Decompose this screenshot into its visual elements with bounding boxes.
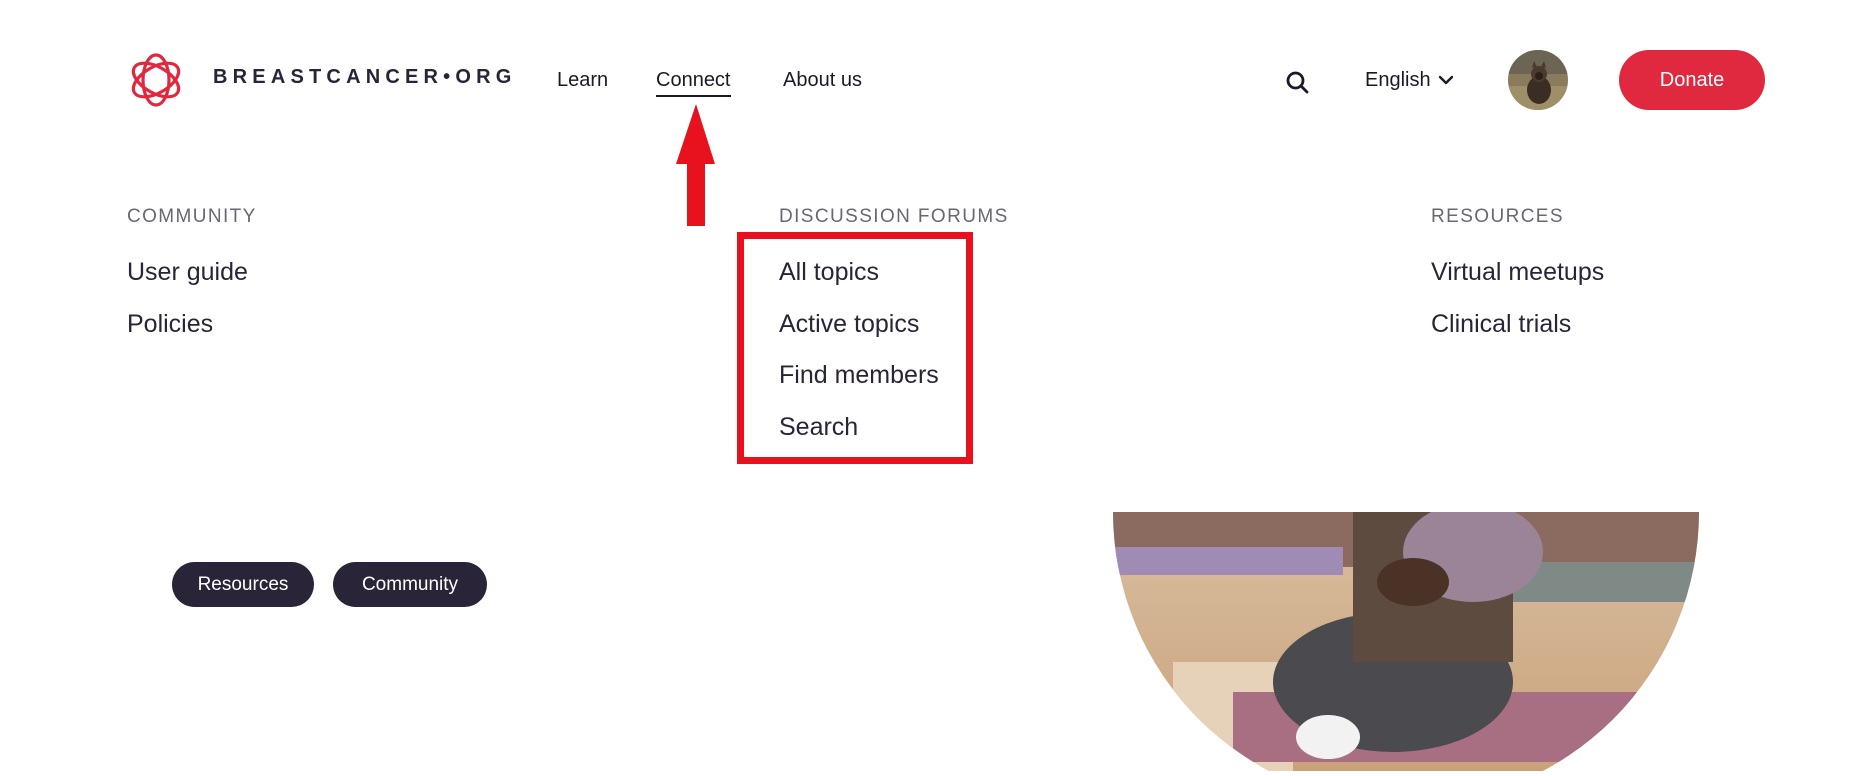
hero-image <box>1113 512 1699 772</box>
heading-community: COMMUNITY <box>127 206 257 227</box>
highlight-box <box>737 232 973 464</box>
nav-about-us[interactable]: About us <box>783 69 862 92</box>
logo-icon[interactable] <box>126 50 186 110</box>
chip-community[interactable]: Community <box>333 562 487 607</box>
chip-resources[interactable]: Resources <box>172 562 314 607</box>
link-user-guide[interactable]: User guide <box>127 258 248 287</box>
heading-resources: RESOURCES <box>1431 206 1564 227</box>
donate-button[interactable]: Donate <box>1619 50 1765 110</box>
search-icon[interactable] <box>1284 69 1312 97</box>
nav-connect[interactable]: Connect <box>656 69 731 97</box>
link-policies[interactable]: Policies <box>127 310 213 339</box>
link-clinical-trials[interactable]: Clinical trials <box>1431 310 1571 339</box>
avatar[interactable] <box>1508 50 1568 110</box>
logo-wordmark[interactable]: BREASTCANCER•ORG <box>213 66 517 89</box>
chevron-down-icon[interactable] <box>1437 72 1455 88</box>
arrow-up-icon <box>676 104 716 226</box>
nav-learn[interactable]: Learn <box>557 69 608 92</box>
language-selector[interactable]: English <box>1365 69 1431 92</box>
link-virtual-meetups[interactable]: Virtual meetups <box>1431 258 1604 287</box>
heading-discussion-forums: DISCUSSION FORUMS <box>779 206 1009 227</box>
